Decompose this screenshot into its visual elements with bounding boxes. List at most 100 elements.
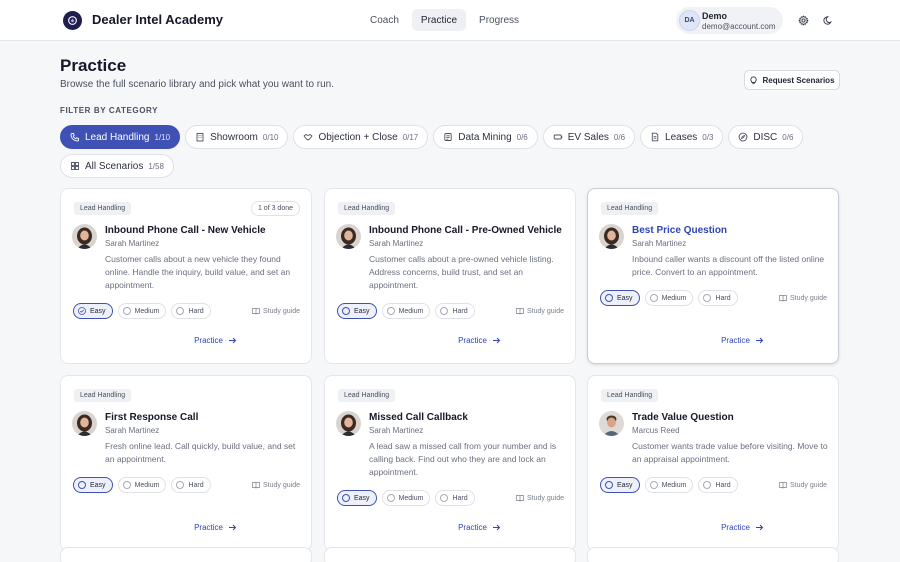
difficulty-hard[interactable]: Hard [435,490,475,506]
difficulty-hard[interactable]: Hard [435,303,475,319]
difficulty-medium[interactable]: Medium [117,303,167,319]
difficulty-medium[interactable]: Medium [117,477,167,493]
brand-name[interactable]: Dealer Intel Academy [92,12,223,27]
scenario-description: Customer calls about a pre-owned vehicle… [369,254,554,290]
check-circle-icon [78,307,86,315]
radio-icon [176,307,185,315]
filter-label-text: Leases [665,131,698,143]
difficulty-label: Hard [715,294,731,302]
scenario-title[interactable]: Inbound Phone Call - Pre-Owned Vehicle [369,225,562,236]
filter-leases[interactable]: Leases 0/3 [640,125,724,149]
scenario-card[interactable]: Lead Handling Trade Value Question Marcu… [587,375,839,551]
arrow-right-icon [228,336,237,345]
arrow-right-icon [228,523,237,532]
difficulty-selector: Easy Medium Hard [600,290,738,306]
study-guide-link[interactable]: Study guide [252,481,300,489]
difficulty-hard[interactable]: Hard [698,477,738,493]
filter-all-scenarios[interactable]: All Scenarios 1/58 [60,154,174,178]
scenario-card[interactable]: Lead Handling Missed Call Callback Sarah… [324,375,576,551]
nav-tab-coach[interactable]: Coach [361,9,408,31]
filter-label-text: Data Mining [458,131,512,143]
difficulty-easy[interactable]: Easy [337,303,377,319]
book-icon [516,494,524,502]
practice-link[interactable]: Practice [458,336,501,345]
scenario-description: Inbound caller wants a discount off the … [632,254,825,277]
difficulty-medium[interactable]: Medium [381,490,431,506]
difficulty-label: Medium [661,294,687,302]
grid-icon [71,162,79,170]
practice-link[interactable]: Practice [721,523,764,532]
filter-showroom[interactable]: Showroom 0/10 [185,125,289,149]
practice-link[interactable]: Practice [194,523,237,532]
difficulty-selector: Easy Medium Hard [337,490,475,506]
scenario-title[interactable]: Best Price Question [632,225,727,236]
study-guide-link[interactable]: Study guide [252,307,300,315]
difficulty-medium[interactable]: Medium [644,477,694,493]
difficulty-easy[interactable]: Easy [73,477,113,493]
nav-tab-practice[interactable]: Practice [411,9,467,31]
scenario-title[interactable]: Trade Value Question [632,412,734,423]
difficulty-easy[interactable]: Easy [73,303,113,319]
user-menu[interactable]: DA Demo demo@account.com [676,7,783,34]
scenario-card[interactable] [60,547,312,562]
moon-icon[interactable] [821,13,836,28]
avatar [72,224,97,249]
difficulty-hard[interactable]: Hard [171,303,211,319]
persona-name: Sarah Martinez [369,239,424,248]
filter-count: 0/17 [402,132,419,142]
page-subtitle: Browse the full scenario library and pic… [60,79,335,90]
difficulty-label: Easy [354,494,370,502]
radio-icon [342,307,350,315]
nav-tab-progress[interactable]: Progress [470,9,528,31]
avatar [336,411,361,436]
practice-link[interactable]: Practice [721,336,764,345]
scenario-card[interactable]: Lead Handling Inbound Phone Call - Pre-O… [324,188,576,364]
filter-data-mining[interactable]: Data Mining 0/6 [433,125,538,149]
scenario-card[interactable]: Lead Handling First Response Call Sarah … [60,375,312,551]
study-guide-link[interactable]: Study guide [516,307,564,315]
radio-icon [342,494,350,502]
practice-link[interactable]: Practice [194,336,237,345]
practice-label: Practice [721,336,750,345]
practice-link[interactable]: Practice [458,523,501,532]
scenario-title[interactable]: Inbound Phone Call - New Vehicle [105,225,266,236]
filter-lead-handling[interactable]: Lead Handling 1/10 [60,125,181,149]
study-guide-link[interactable]: Study guide [779,481,827,489]
difficulty-hard[interactable]: Hard [171,477,211,493]
logo-icon[interactable] [63,11,82,30]
difficulty-label: Easy [90,481,106,489]
difficulty-hard[interactable]: Hard [698,290,738,306]
practice-label: Practice [721,523,750,532]
scenario-card[interactable] [324,547,576,562]
difficulty-easy[interactable]: Easy [600,290,640,306]
gear-icon[interactable] [796,13,811,28]
radio-icon [440,307,449,315]
radio-icon [703,481,712,489]
main-nav: Coach Practice Progress [361,9,528,31]
filter-disc[interactable]: DISC 0/6 [728,125,804,149]
difficulty-label: Medium [134,307,160,315]
compass-icon [739,132,748,142]
difficulty-easy[interactable]: Easy [337,490,377,506]
study-guide-link[interactable]: Study guide [779,294,827,302]
practice-label: Practice [458,336,487,345]
scenario-title[interactable]: First Response Call [105,412,198,423]
filter-ev-sales[interactable]: EV Sales 0/6 [542,125,636,149]
book-icon [252,307,260,315]
difficulty-easy[interactable]: Easy [600,477,640,493]
study-guide-link[interactable]: Study guide [516,494,564,502]
scenario-title[interactable]: Missed Call Callback [369,412,468,423]
difficulty-medium[interactable]: Medium [381,303,431,319]
filter-objection-close[interactable]: Objection + Close 0/17 [293,125,429,149]
lightbulb-icon [750,75,758,84]
scenario-card[interactable]: Lead Handling Best Price Question Sarah … [587,188,839,364]
scenario-card[interactable] [587,547,839,562]
practice-label: Practice [194,523,223,532]
practice-label: Practice [458,523,487,532]
scenario-card[interactable]: Lead Handling 1 of 3 done Inbound Phone … [60,188,312,364]
radio-icon [386,307,395,315]
filter-label-text: All Scenarios [85,160,144,172]
request-scenarios-button[interactable]: Request Scenarios [744,70,840,90]
difficulty-medium[interactable]: Medium [644,290,694,306]
difficulty-label: Hard [715,481,731,489]
